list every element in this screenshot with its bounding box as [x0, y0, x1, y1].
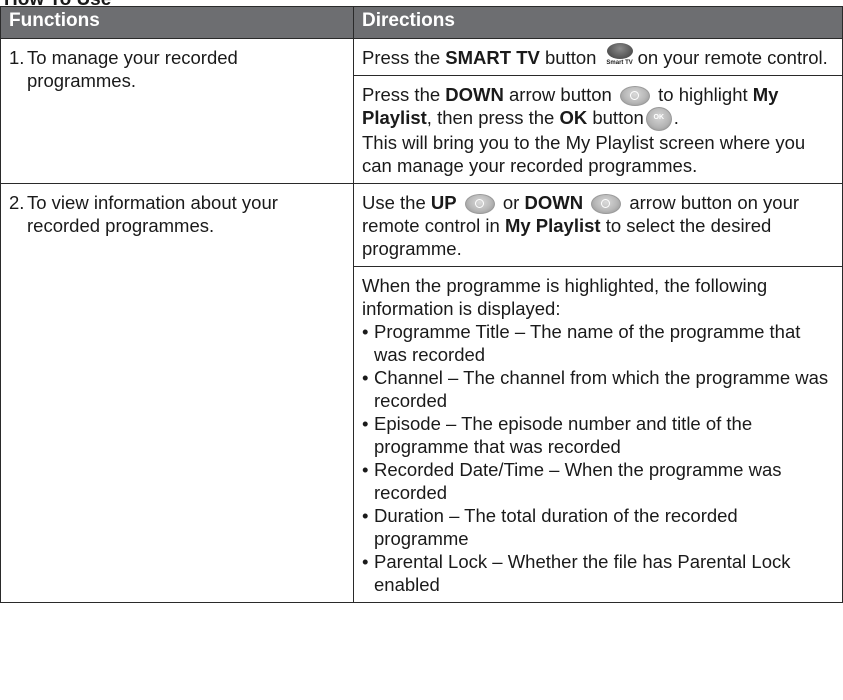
- up-arrow-button-icon: [464, 194, 495, 215]
- list-item: Recorded Date/Time – When the programme …: [362, 458, 836, 504]
- smart-tv-button-icon: Smart TV: [604, 43, 636, 69]
- list-item: Duration – The total duration of the rec…: [362, 504, 836, 550]
- function-item: 1. To manage your recorded programmes.: [9, 46, 347, 92]
- function-number: 1.: [9, 47, 25, 68]
- list-item: Episode – The episode number and title o…: [362, 412, 836, 458]
- direction-text: Press the SMART TV button Smart TV on you…: [362, 43, 836, 69]
- ok-button-icon: OK: [645, 107, 672, 132]
- direction-cell: When the programme is highlighted, the f…: [353, 266, 843, 604]
- function-number: 2.: [9, 192, 25, 214]
- down-arrow-button-icon: [591, 194, 622, 215]
- list-item: Programme Title – The name of the progra…: [362, 320, 836, 366]
- table-row: 1. To manage your recorded programmes. P…: [0, 37, 843, 185]
- list-item: Channel – The channel from which the pro…: [362, 366, 836, 412]
- function-cell: 2. To view information about your record…: [0, 183, 354, 604]
- direction-text: Use the UP or DOWN arrow button on your …: [362, 192, 800, 260]
- list-item: Parental Lock – Whether the file has Par…: [362, 550, 836, 596]
- direction-cell: Press the DOWN arrow button to highlight…: [353, 75, 843, 185]
- table-row: 2. To view information about your record…: [0, 183, 843, 604]
- function-item: 2. To view information about your record…: [9, 191, 347, 237]
- column-header-functions: Functions: [0, 6, 354, 39]
- info-intro: When the programme is highlighted, the f…: [362, 275, 768, 320]
- down-arrow-button-icon: [620, 86, 650, 107]
- direction-note: This will bring you to the My Playlist s…: [362, 132, 806, 177]
- info-list: Programme Title – The name of the progra…: [362, 320, 836, 596]
- how-to-use-table: Functions Directions 1. To manage your r…: [0, 6, 843, 604]
- table-header-row: Functions Directions: [0, 6, 843, 39]
- direction-cell: Use the UP or DOWN arrow button on your …: [353, 183, 843, 268]
- direction-text: Press the DOWN arrow button to highlight…: [362, 83, 836, 132]
- function-cell: 1. To manage your recorded programmes.: [0, 37, 354, 185]
- function-text: To manage your recorded programmes.: [27, 47, 238, 91]
- direction-cell: Press the SMART TV button Smart TV on you…: [353, 37, 843, 77]
- function-text: To view information about your recorded …: [27, 192, 278, 237]
- column-header-directions: Directions: [353, 6, 843, 39]
